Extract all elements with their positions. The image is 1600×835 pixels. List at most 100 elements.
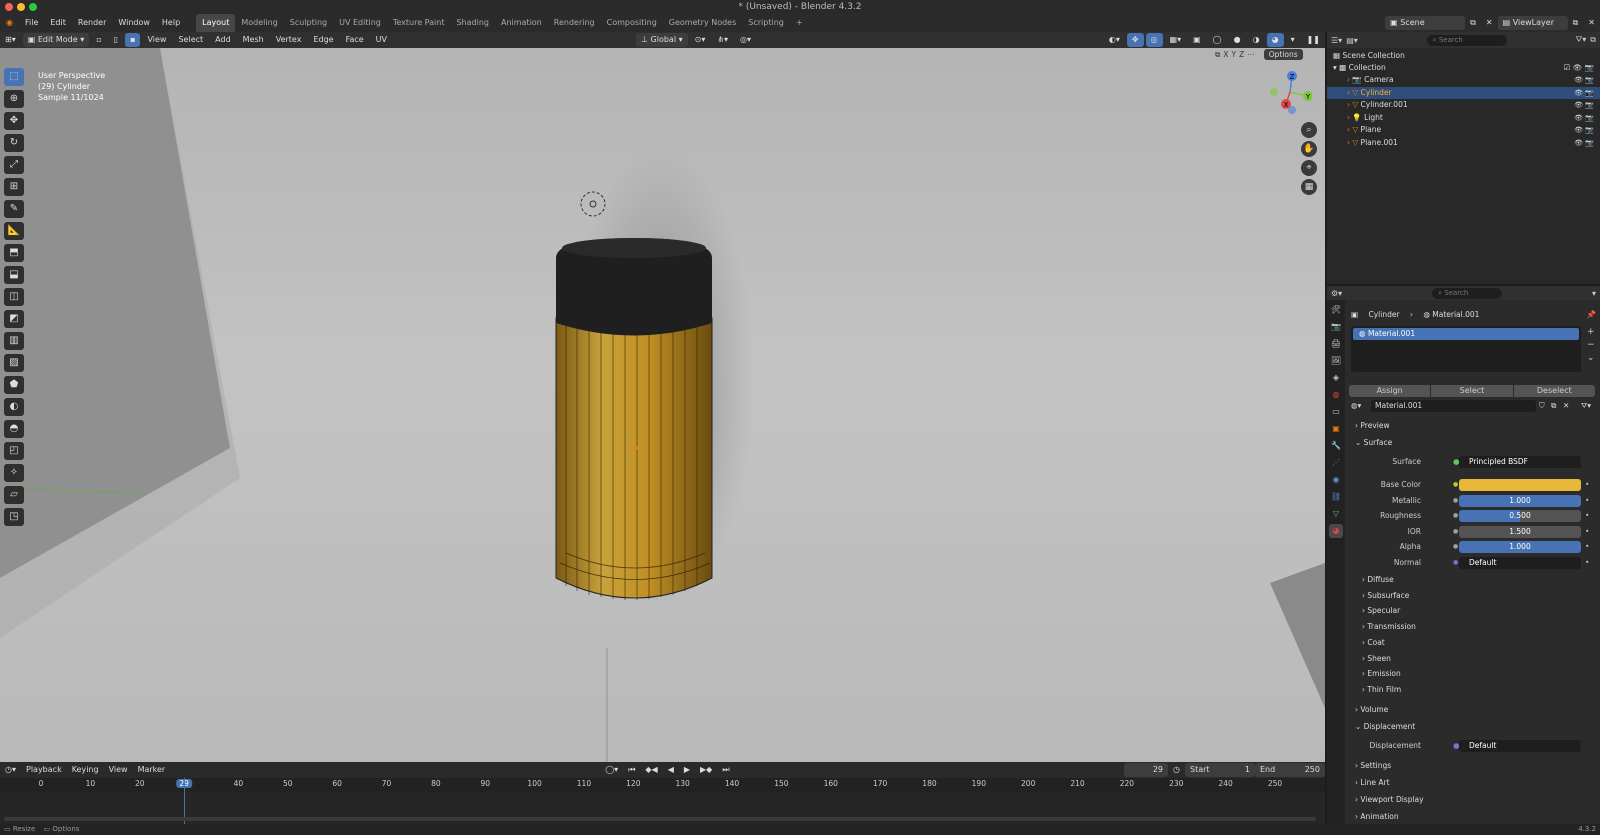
cylinder-body[interactable] <box>555 317 713 599</box>
volume-panel-header[interactable]: › Volume <box>1355 704 1388 716</box>
timeline-scrollbar[interactable] <box>4 817 1316 821</box>
loop-cut-tool-icon[interactable]: ▥ <box>4 332 24 350</box>
solid-shading-icon[interactable]: ● <box>1229 33 1246 47</box>
menu-add[interactable]: Add <box>210 33 236 47</box>
prop-field-ior[interactable]: 1.500 <box>1459 525 1581 538</box>
tab-texture-paint[interactable]: Texture Paint <box>387 14 451 32</box>
timeline-editor-icon[interactable]: ◷▾ <box>0 763 21 777</box>
outliner-item-cylinder-001[interactable]: › ▽ Cylinder.001 👁 📷 <box>1327 99 1600 111</box>
collection-tab-icon[interactable]: ▭ <box>1329 405 1343 419</box>
next-keyframe-icon[interactable]: ▶◆ <box>695 763 717 777</box>
bevel-tool-icon[interactable]: ◩ <box>4 310 24 328</box>
display-mode-icon[interactable]: ▤▾ <box>1346 36 1358 45</box>
scene-tab-icon[interactable]: ◈ <box>1329 371 1343 385</box>
filter-icon[interactable]: ⛛▾ <box>1576 35 1587 45</box>
measure-tool-icon[interactable]: 📐 <box>4 222 24 240</box>
material-browse-icon[interactable]: ◍▾ <box>1351 401 1361 410</box>
transform-tool-icon[interactable]: ⊞ <box>4 178 24 196</box>
edge-select-icon[interactable]: ▯ <box>109 33 123 47</box>
overlays-icon[interactable]: ◎ <box>1145 33 1163 47</box>
menu-mesh[interactable]: Mesh <box>238 33 269 47</box>
cursor-tool-icon[interactable]: ⊕ <box>4 90 24 108</box>
spin-tool-icon[interactable]: ◐ <box>4 398 24 416</box>
subpanel-transmission[interactable]: › Transmission <box>1362 621 1416 633</box>
play-reverse-icon[interactable]: ◀ <box>663 763 679 777</box>
preview-panel-header[interactable]: › Preview <box>1355 420 1390 432</box>
shading-options-icon[interactable]: ▾ <box>1286 33 1300 47</box>
menu-file[interactable]: File <box>19 14 44 32</box>
3d-viewport[interactable]: User Perspective (29) Cylinder Sample 11… <box>0 48 1325 762</box>
assign-button[interactable]: Assign <box>1349 385 1431 397</box>
prop-field-base-color[interactable] <box>1459 479 1581 491</box>
select-button[interactable]: Select <box>1431 385 1513 397</box>
tab-shading[interactable]: Shading <box>450 14 495 32</box>
outliner-item-plane[interactable]: › ▽ Plane 👁 📷 <box>1327 124 1600 136</box>
prop-field-metallic[interactable]: 1.000 <box>1459 494 1581 507</box>
shear-tool-icon[interactable]: ▱ <box>4 486 24 504</box>
remove-slot-icon[interactable]: − <box>1587 339 1595 352</box>
minimize-window-button[interactable] <box>17 3 25 11</box>
subpanel-coat[interactable]: › Coat <box>1362 637 1385 649</box>
outliner-item-camera[interactable]: › 📷 Camera 👁 📷 <box>1327 74 1600 86</box>
outliner-item-light[interactable]: › 💡 Light 👁 📷 <box>1327 112 1600 124</box>
surface-shader-field[interactable]: Principled BSDF <box>1459 456 1581 468</box>
collection-row[interactable]: ▾ ▩ Collection ☑ 👁 📷 <box>1327 62 1600 74</box>
surface-panel-header[interactable]: ⌄ Surface <box>1355 437 1392 449</box>
scene-selector[interactable]: ▣ Scene <box>1385 16 1466 30</box>
options-button[interactable]: Options <box>1263 49 1303 60</box>
tab-rendering[interactable]: Rendering <box>548 14 601 32</box>
add-cube-tool-icon[interactable]: ⬒ <box>4 244 24 262</box>
tab-geometry-nodes[interactable]: Geometry Nodes <box>663 14 742 32</box>
material-name-field[interactable]: Material.001 <box>1371 400 1536 412</box>
material-shading-icon[interactable]: ◑ <box>1248 33 1265 47</box>
line-art-panel-header[interactable]: › Line Art <box>1355 777 1390 789</box>
edge-slide-tool-icon[interactable]: ◰ <box>4 442 24 460</box>
physics-tab-icon[interactable]: ◉ <box>1329 473 1343 487</box>
snapping-icon[interactable]: ⋔▾ <box>712 33 733 47</box>
auto-keying-icon[interactable]: ◯▾ <box>600 763 623 777</box>
timeline-area[interactable]: 0102029405060708090100110120130140150160… <box>0 778 1325 824</box>
rendered-shading-icon[interactable]: ◕ <box>1266 33 1284 47</box>
ortho-grid-icon[interactable]: ▦ <box>1301 179 1317 195</box>
xray-icon[interactable]: ▣ <box>1188 33 1206 47</box>
jump-end-icon[interactable]: ⏭ <box>717 763 734 777</box>
menu-vertex[interactable]: Vertex <box>271 33 307 47</box>
prev-keyframe-icon[interactable]: ◆◀ <box>640 763 662 777</box>
select-box-tool-icon[interactable]: ⬚ <box>4 68 24 86</box>
prop-field-alpha[interactable]: 1.000 <box>1459 541 1581 553</box>
menu-uv[interactable]: UV <box>371 33 392 47</box>
tab-scripting[interactable]: Scripting <box>742 14 790 32</box>
keyframe-dot-icon[interactable]: • <box>1585 556 1589 570</box>
menu-help[interactable]: Help <box>156 14 186 32</box>
menu-view[interactable]: View <box>142 33 171 47</box>
render-tab-icon[interactable]: 📷 <box>1329 320 1343 334</box>
menu-edge[interactable]: Edge <box>308 33 338 47</box>
jump-start-icon[interactable]: ⏮ <box>623 763 640 777</box>
start-frame-field[interactable]: Start 1 <box>1185 763 1255 777</box>
vertex-select-icon[interactable]: ▫ <box>91 33 106 47</box>
mirror-more-icon[interactable]: ⋯ <box>1247 50 1255 59</box>
delete-view-layer-icon[interactable]: ✕ <box>1583 16 1600 30</box>
displacement-field[interactable]: Default <box>1459 740 1581 752</box>
maximize-window-button[interactable] <box>29 3 37 11</box>
output-tab-icon[interactable]: 🖨 <box>1329 337 1343 351</box>
tab-modeling[interactable]: Modeling <box>235 14 283 32</box>
frame-ruler[interactable]: 0102029405060708090100110120130140150160… <box>0 778 1325 792</box>
keyframe-dot-icon[interactable]: • <box>1585 525 1589 539</box>
mirror-options-icon[interactable]: ⧉ <box>1215 50 1220 60</box>
view-layer-tab-icon[interactable]: 🖼 <box>1329 354 1343 368</box>
proportional-editing-icon[interactable]: ◎▾ <box>735 33 756 47</box>
visibility-toggle-icon[interactable]: 👁 📷 <box>1574 137 1594 149</box>
keyframe-dot-icon[interactable]: • <box>1585 478 1589 492</box>
keyframe-dot-icon[interactable]: • <box>1585 509 1589 523</box>
gizmos-icon[interactable]: ✥ <box>1126 33 1144 47</box>
rotate-tool-icon[interactable]: ↻ <box>4 134 24 152</box>
properties-options-icon[interactable]: ▾ <box>1592 289 1596 298</box>
view-layer-selector[interactable]: ▤ ViewLayer <box>1497 16 1568 30</box>
prop-field-normal[interactable]: Default <box>1459 556 1581 569</box>
subpanel-emission[interactable]: › Emission <box>1362 668 1401 680</box>
subpanel-sheen[interactable]: › Sheen <box>1362 653 1391 665</box>
poly-build-tool-icon[interactable]: ⬟ <box>4 376 24 394</box>
mode-selector[interactable]: ▣ Edit Mode ▾ <box>22 33 90 47</box>
navigation-gizmo[interactable]: Z Y X <box>1268 70 1312 114</box>
